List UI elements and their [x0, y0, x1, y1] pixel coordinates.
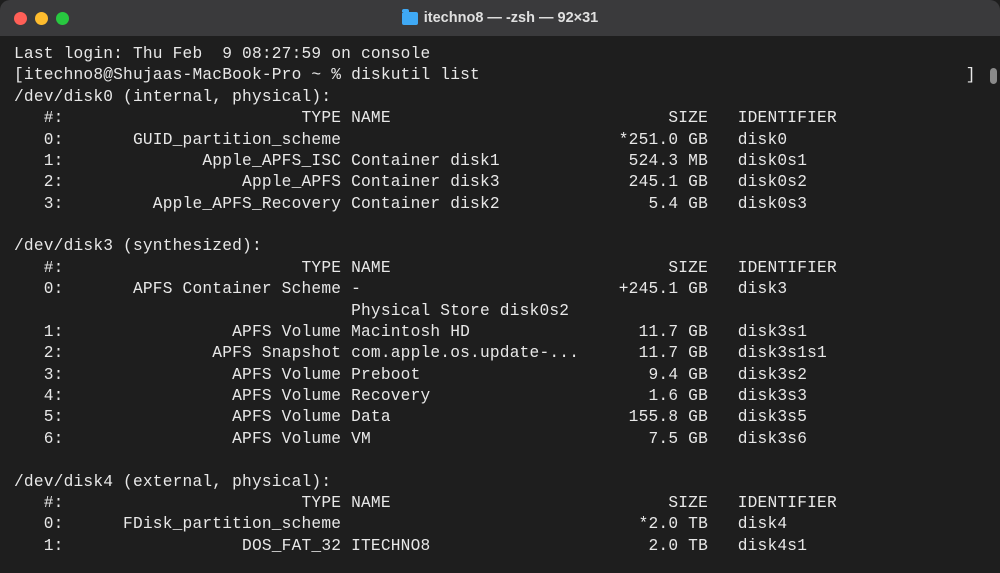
traffic-lights [14, 12, 69, 25]
folder-icon [402, 12, 418, 25]
terminal-body[interactable]: Last login: Thu Feb 9 08:27:59 on consol… [0, 36, 1000, 557]
window-titlebar: itechno8 — -zsh — 92×31 [0, 0, 1000, 36]
scrollbar-thumb[interactable] [990, 68, 997, 84]
window-title-text: itechno8 — -zsh — 92×31 [424, 10, 598, 26]
minimize-icon[interactable] [35, 12, 48, 25]
window-title: itechno8 — -zsh — 92×31 [0, 10, 1000, 26]
close-icon[interactable] [14, 12, 27, 25]
zoom-icon[interactable] [56, 12, 69, 25]
